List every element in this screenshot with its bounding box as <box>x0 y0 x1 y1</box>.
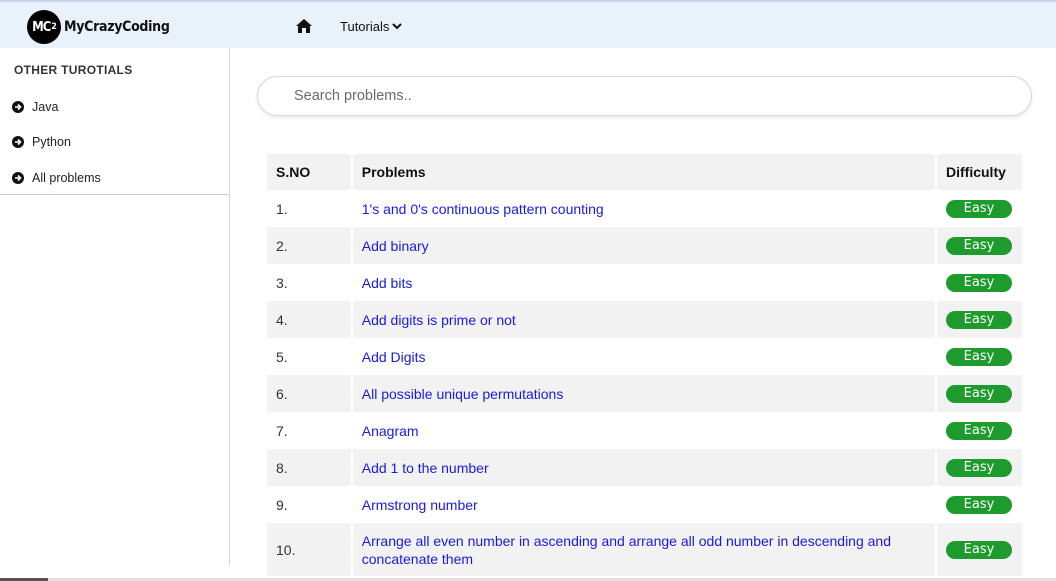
problem-link[interactable]: Add binary <box>362 237 926 255</box>
difficulty-badge: Easy <box>946 311 1012 329</box>
row-sno: 6. <box>267 375 351 412</box>
sidebar: OTHER TUROTIALS Java Python All problems <box>0 48 229 195</box>
top-navbar: MC 2 MyCrazyCoding Tutorials <box>0 0 1056 48</box>
row-sno: 5. <box>267 338 351 375</box>
difficulty-badge: Easy <box>946 200 1012 218</box>
row-sno: 8. <box>267 449 351 486</box>
table-row: 9. Armstrong number Easy <box>267 486 1022 523</box>
arrow-circle-right-icon <box>12 101 24 113</box>
table-row: 1. 1's and 0's continuous pattern counti… <box>267 190 1022 227</box>
tutorials-dropdown[interactable]: Tutorials <box>340 19 403 34</box>
site-logo[interactable]: MC 2 MyCrazyCoding <box>27 10 170 44</box>
tutorials-label: Tutorials <box>340 19 390 34</box>
row-sno: 3. <box>267 264 351 301</box>
row-sno: 2. <box>267 227 351 264</box>
row-sno: 10. <box>267 523 351 576</box>
home-icon[interactable] <box>296 19 312 33</box>
table-row: 8. Add 1 to the number Easy <box>267 449 1022 486</box>
difficulty-badge: Easy <box>946 348 1012 366</box>
table-row: 7. Anagram Easy <box>267 412 1022 449</box>
problem-link[interactable]: All possible unique permutations <box>362 385 926 403</box>
logo-badge-text: MC <box>32 19 51 35</box>
table-header-row: S.NO Problems Difficulty <box>267 154 1022 190</box>
problem-link[interactable]: Add 1 to the number <box>362 459 926 477</box>
problem-link[interactable]: Add digits is prime or not <box>362 311 926 329</box>
arrow-circle-right-icon <box>12 172 24 184</box>
sidebar-item-all-problems[interactable]: All problems <box>12 171 101 185</box>
problem-link[interactable]: Anagram <box>362 422 926 440</box>
difficulty-badge: Easy <box>946 496 1012 514</box>
row-sno: 4. <box>267 301 351 338</box>
table-row: 6. All possible unique permutations Easy <box>267 375 1022 412</box>
problem-link[interactable]: Add bits <box>362 274 926 292</box>
row-sno: 7. <box>267 412 351 449</box>
sidebar-item-label: All problems <box>32 171 101 185</box>
sidebar-item-python[interactable]: Python <box>12 135 71 149</box>
chevron-down-icon <box>392 23 403 30</box>
search-input[interactable] <box>257 76 1032 116</box>
problem-link[interactable]: Add Digits <box>362 348 926 366</box>
row-sno: 9. <box>267 486 351 523</box>
logo-badge-sup: 2 <box>51 22 57 32</box>
difficulty-badge: Easy <box>946 237 1012 255</box>
problem-link[interactable]: Arrange all even number in ascending and… <box>362 532 926 568</box>
header-problems: Problems <box>350 154 937 190</box>
row-sno: 1. <box>267 190 351 227</box>
sidebar-heading: OTHER TUROTIALS <box>14 63 133 77</box>
table-row: 3. Add bits Easy <box>267 264 1022 301</box>
table-row: 5. Add Digits Easy <box>267 338 1022 375</box>
logo-text: MyCrazyCoding <box>64 19 170 35</box>
sidebar-item-java[interactable]: Java <box>12 100 58 114</box>
problem-link[interactable]: Armstrong number <box>362 496 926 514</box>
problems-table: S.NO Problems Difficulty 1. 1's and 0's … <box>267 154 1022 576</box>
difficulty-badge: Easy <box>946 541 1012 559</box>
table-row: 4. Add digits is prime or not Easy <box>267 301 1022 338</box>
difficulty-badge: Easy <box>946 274 1012 292</box>
sidebar-divider <box>229 48 230 566</box>
table-row: 2. Add binary Easy <box>267 227 1022 264</box>
logo-badge: MC 2 <box>27 10 61 44</box>
difficulty-badge: Easy <box>946 385 1012 403</box>
table-row: 10. Arrange all even number in ascending… <box>267 523 1022 576</box>
difficulty-badge: Easy <box>946 459 1012 477</box>
header-sno: S.NO <box>267 154 351 190</box>
header-difficulty: Difficulty <box>937 154 1022 190</box>
problem-link[interactable]: 1's and 0's continuous pattern counting <box>362 200 926 218</box>
difficulty-badge: Easy <box>946 422 1012 440</box>
arrow-circle-right-icon <box>12 136 24 148</box>
sidebar-item-label: Java <box>32 100 59 114</box>
sidebar-item-label: Python <box>32 135 71 149</box>
